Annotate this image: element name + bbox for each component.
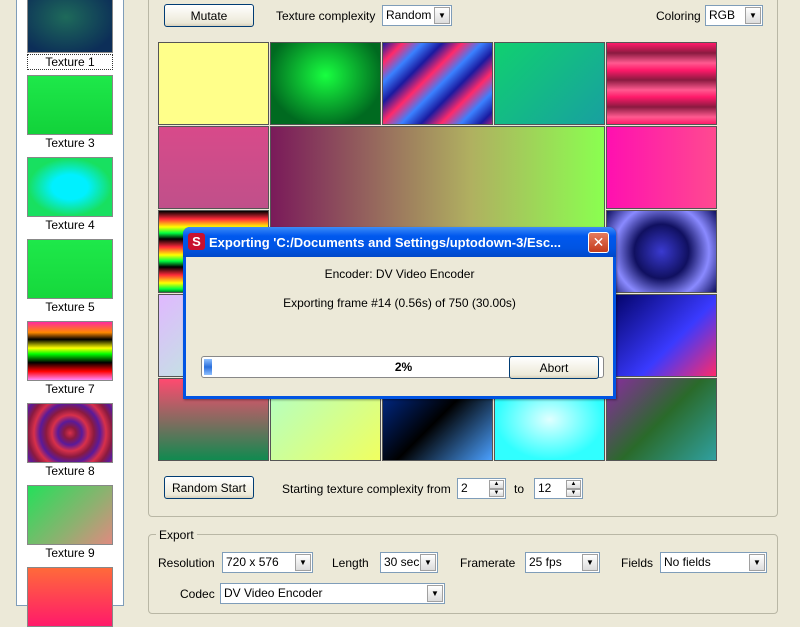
coloring-select[interactable]: RGB ▼ (705, 5, 763, 26)
coloring-value: RGB (709, 8, 736, 22)
texture-tile[interactable] (382, 42, 493, 125)
dialog-title: Exporting 'C:/Documents and Settings/upt… (209, 235, 561, 250)
texture-list-item[interactable]: Texture 8 (27, 403, 113, 478)
texture-complexity-value: Random (386, 8, 432, 22)
texture-complexity-label: Texture complexity (276, 9, 376, 23)
texture-label: Texture 8 (45, 464, 95, 478)
chevron-down-icon: ▼ (745, 7, 761, 24)
encoder-text: Encoder: DV Video Encoder (324, 267, 475, 281)
texture-thumbnail[interactable] (27, 403, 113, 463)
texture-tile[interactable] (606, 210, 717, 293)
length-label: Length (332, 556, 369, 570)
texture-list[interactable]: Texture 1 Texture 3 Texture 4 Texture 5 Text… (16, 0, 124, 627)
texture-label: Texture 3 (45, 136, 95, 150)
complexity-from-value: 2 (461, 481, 468, 495)
coloring-label: Coloring (656, 9, 701, 23)
length-select[interactable]: 30 sec ▼ (380, 552, 438, 573)
texture-list-item[interactable] (27, 567, 113, 627)
codec-select[interactable]: DV Video Encoder ▼ (220, 583, 445, 604)
texture-tile[interactable] (606, 294, 717, 377)
complexity-to-spinner[interactable]: 12 ▲ ▼ (534, 478, 583, 499)
texture-tile[interactable] (494, 42, 605, 125)
chevron-down-icon: ▼ (749, 554, 765, 571)
spin-up-icon[interactable]: ▲ (566, 480, 581, 489)
texture-label: Texture 7 (45, 382, 95, 396)
length-value: 30 sec (384, 555, 420, 569)
fields-select[interactable]: No fields ▼ (660, 552, 767, 573)
left-edge (0, 0, 16, 600)
texture-tile[interactable] (270, 42, 381, 125)
framerate-label: Framerate (460, 556, 516, 570)
texture-label: Texture 1 (27, 54, 113, 70)
texture-list-item[interactable]: Texture 9 (27, 485, 113, 560)
export-progress-dialog: S Exporting 'C:/Documents and Settings/u… (183, 227, 616, 399)
texture-list-item[interactable]: Texture 1 (27, 0, 113, 70)
mutate-button[interactable]: Mutate (164, 4, 254, 27)
frame-progress-text: Exporting frame #14 (0.56s) of 750 (30.0… (283, 296, 516, 310)
texture-thumbnail[interactable] (27, 157, 113, 217)
chevron-down-icon: ▼ (295, 554, 311, 571)
texture-tile[interactable] (158, 42, 269, 125)
to-label: to (514, 482, 525, 496)
texture-list-scrollbar[interactable] (124, 0, 140, 600)
texture-list-item[interactable]: Texture 7 (27, 321, 113, 396)
texture-label: Texture 4 (45, 218, 95, 232)
texture-list-item[interactable]: Texture 3 (27, 75, 113, 150)
texture-tile[interactable] (606, 378, 717, 461)
dialog-body: Encoder: DV Video Encoder Exporting fram… (186, 257, 613, 396)
chevron-down-icon: ▼ (427, 585, 443, 602)
texture-tile[interactable] (606, 126, 717, 209)
chevron-down-icon: ▼ (420, 554, 436, 571)
texture-list-item[interactable]: Texture 5 (27, 239, 113, 314)
spin-down-icon[interactable]: ▼ (489, 488, 504, 497)
texture-list-item[interactable]: Texture 4 (27, 157, 113, 232)
export-group-label: Export (156, 528, 197, 542)
texture-thumbnail[interactable] (27, 75, 113, 135)
close-icon[interactable]: ✕ (588, 232, 609, 253)
dialog-title-bar[interactable]: S Exporting 'C:/Documents and Settings/u… (183, 227, 616, 257)
resolution-label: Resolution (158, 556, 215, 570)
texture-thumbnail[interactable] (27, 0, 113, 53)
texture-tile[interactable] (158, 126, 269, 209)
texture-thumbnail[interactable] (27, 321, 113, 381)
texture-label: Texture 5 (45, 300, 95, 314)
abort-button[interactable]: Abort (509, 356, 599, 379)
framerate-value: 25 fps (529, 555, 562, 569)
app-logo-icon: S (188, 233, 205, 250)
random-start-button[interactable]: Random Start (164, 476, 254, 499)
chevron-down-icon: ▼ (434, 7, 450, 24)
chevron-down-icon: ▼ (582, 554, 598, 571)
fields-value: No fields (664, 555, 711, 569)
complexity-from-spinner[interactable]: 2 ▲ ▼ (457, 478, 506, 499)
spin-down-icon[interactable]: ▼ (566, 488, 581, 497)
codec-value: DV Video Encoder (224, 586, 323, 600)
resolution-value: 720 x 576 (226, 555, 279, 569)
resolution-select[interactable]: 720 x 576 ▼ (222, 552, 313, 573)
codec-label: Codec (180, 587, 215, 601)
texture-thumbnail[interactable] (27, 485, 113, 545)
complexity-to-value: 12 (538, 481, 552, 495)
spin-up-icon[interactable]: ▲ (489, 480, 504, 489)
framerate-select[interactable]: 25 fps ▼ (525, 552, 600, 573)
fields-label: Fields (621, 556, 654, 570)
texture-complexity-select[interactable]: Random ▼ (382, 5, 452, 26)
start-complexity-label: Starting texture complexity from (282, 482, 451, 496)
texture-thumbnail[interactable] (27, 567, 113, 627)
texture-tile[interactable] (606, 42, 717, 125)
texture-label: Texture 9 (45, 546, 95, 560)
texture-thumbnail[interactable] (27, 239, 113, 299)
